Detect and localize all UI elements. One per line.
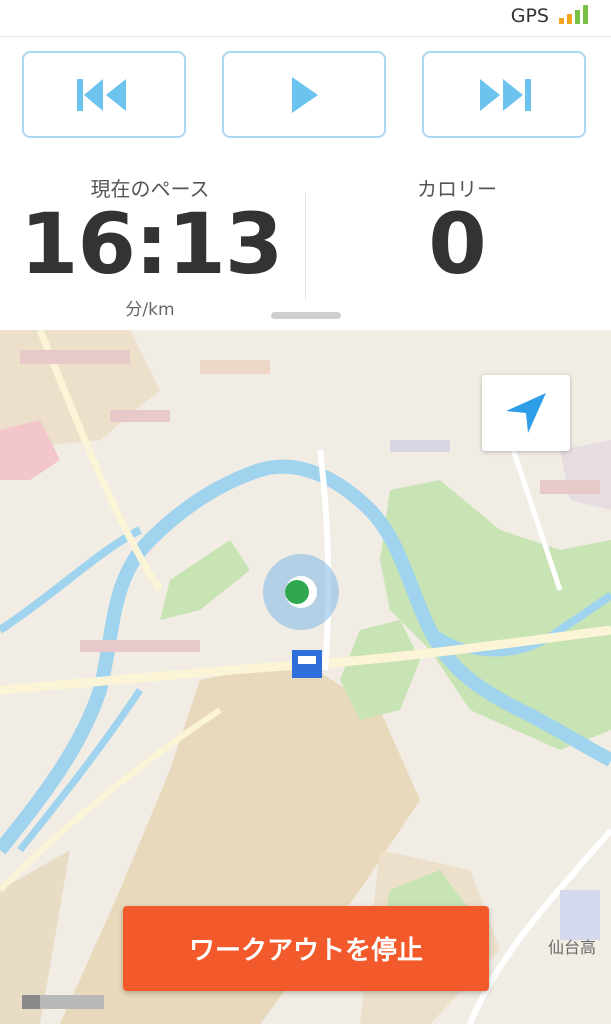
next-button[interactable] [422,51,586,138]
play-button[interactable] [222,51,386,138]
previous-button[interactable] [22,51,186,138]
previous-icon [77,78,126,111]
my-location-button[interactable] [482,375,570,451]
gps-label: GPS [510,5,549,27]
gps-signal-icon [559,5,589,24]
play-icon [292,76,318,113]
status-bar: GPS [0,0,611,37]
map-place-label: 仙台高 [548,938,597,957]
pace-unit: 分/km [125,300,175,320]
next-icon [480,78,531,111]
map-provider-logo [22,995,104,1009]
stop-workout-button[interactable]: ワークアウトを停止 [123,906,489,991]
navigation-arrow-icon [506,393,546,433]
pace-value: 16:13 [20,195,283,293]
stats-divider [305,193,306,300]
calories-value: 0 [428,195,486,293]
drag-handle[interactable] [271,312,341,319]
